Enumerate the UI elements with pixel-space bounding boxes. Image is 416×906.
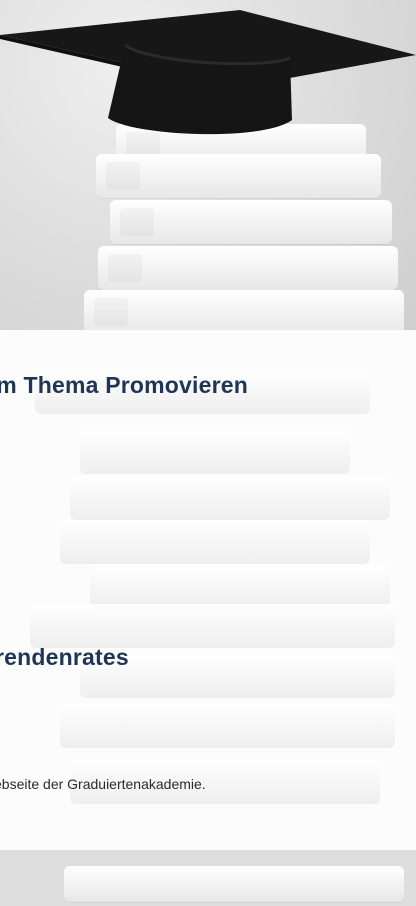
- book: [60, 704, 395, 748]
- book: [110, 200, 392, 244]
- book: [60, 520, 370, 564]
- book: [84, 290, 404, 334]
- book: [70, 476, 390, 520]
- book: [80, 430, 350, 474]
- book: [98, 246, 398, 290]
- book: [90, 565, 390, 609]
- section-text-doktorandenrat: ebseite der Graduiertenakademie.: [0, 776, 206, 792]
- book: [64, 866, 404, 902]
- book: [96, 154, 381, 198]
- section-heading-doktorandenrat: erendenrates: [0, 644, 129, 670]
- book: [30, 604, 395, 648]
- page: um Thema Promovieren erendenrates ebseit…: [0, 0, 416, 906]
- section-heading-promovieren: um Thema Promovieren: [0, 372, 249, 398]
